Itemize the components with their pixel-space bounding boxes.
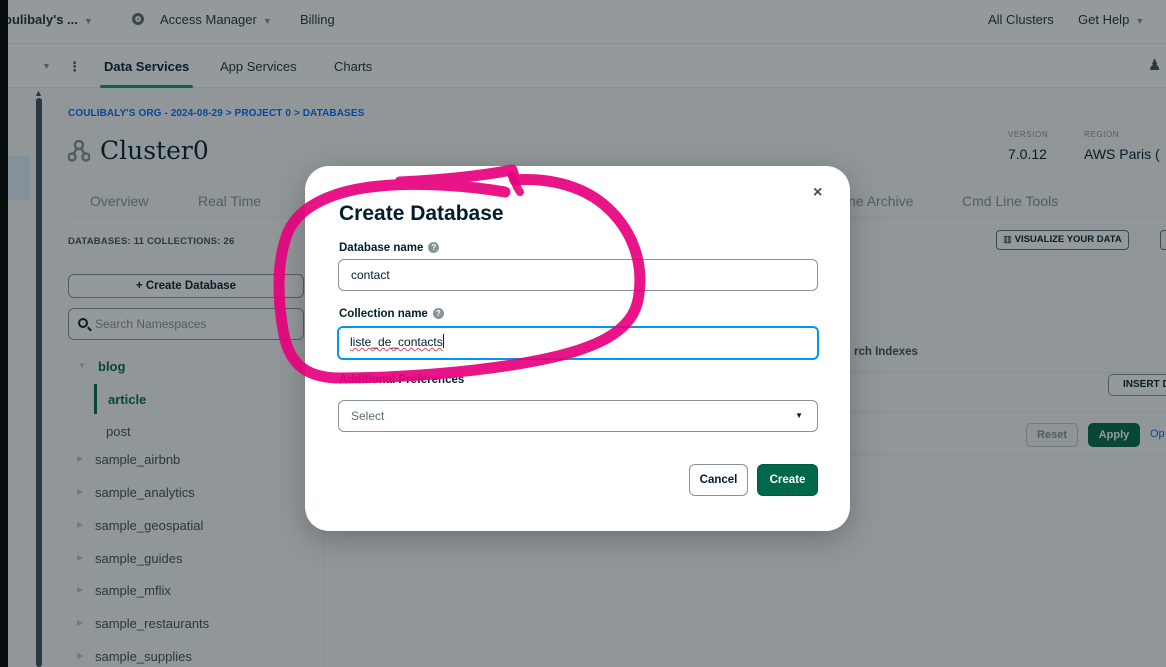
info-icon[interactable]: ? <box>428 242 440 253</box>
create-database-modal: × Create Database Database name? contact… <box>305 166 850 531</box>
additional-preferences-label: Additional Preferences <box>339 374 465 386</box>
info-icon[interactable]: ? <box>432 308 444 319</box>
cancel-button[interactable]: Cancel <box>689 464 748 496</box>
create-button[interactable]: Create <box>757 464 818 496</box>
collection-name-field[interactable]: liste_de_contacts <box>337 326 819 360</box>
modal-title: Create Database <box>339 202 504 225</box>
close-icon[interactable]: × <box>813 184 822 202</box>
database-name-label: Database name? <box>339 242 440 254</box>
chevron-down-icon: ▼ <box>795 411 803 420</box>
additional-preferences-select[interactable]: Select ▼ <box>338 400 818 432</box>
database-name-field[interactable]: contact <box>338 259 818 291</box>
collection-name-label: Collection name? <box>339 308 444 320</box>
text-cursor <box>442 334 444 348</box>
